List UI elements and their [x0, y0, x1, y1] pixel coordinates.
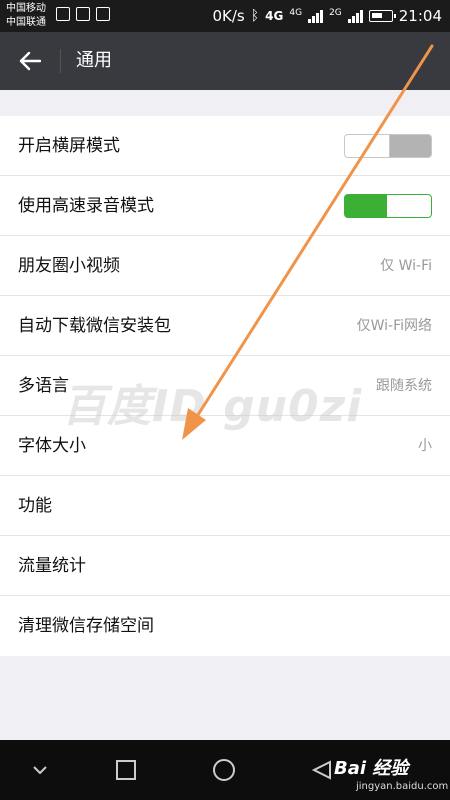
- setting-label: 朋友圈小视频: [18, 256, 120, 276]
- setting-clear-storage[interactable]: 清理微信存储空间: [0, 596, 450, 656]
- landscape-mode-toggle[interactable]: [344, 134, 432, 158]
- app-header: 通用: [0, 32, 450, 90]
- setting-value: 小: [418, 438, 432, 454]
- toggle-knob: [386, 195, 431, 217]
- setting-label: 功能: [18, 496, 52, 516]
- notification-icons: [56, 7, 110, 21]
- setting-value: 仅 Wi-Fi: [380, 258, 432, 274]
- app-notification-icon: [56, 7, 70, 21]
- fast-recording-toggle[interactable]: [344, 194, 432, 218]
- setting-label: 开启横屏模式: [18, 136, 120, 156]
- nav-back-icon[interactable]: [310, 758, 334, 782]
- setting-data-usage[interactable]: 流量统计: [0, 536, 450, 596]
- setting-label: 使用高速录音模式: [18, 196, 154, 216]
- network-4g-small: 4G: [289, 7, 303, 18]
- toggle-knob: [345, 135, 390, 157]
- status-right: 0K/s ᛒ 4G 4G 2G 21:04: [213, 0, 443, 32]
- image-notification-icon: [96, 7, 110, 21]
- bluetooth-icon: ᛒ: [250, 8, 260, 24]
- signal-icon-2: [347, 9, 363, 23]
- recent-apps-icon[interactable]: [114, 758, 138, 782]
- header-divider: [60, 49, 61, 73]
- setting-label: 自动下载微信安装包: [18, 316, 171, 336]
- setting-moments-video[interactable]: 朋友圈小视频 仅 Wi-Fi: [0, 236, 450, 296]
- hide-nav-icon[interactable]: [28, 758, 52, 782]
- setting-features[interactable]: 功能: [0, 476, 450, 536]
- baidu-logo-url: jingyan.baidu.com: [356, 781, 449, 792]
- carrier-1: 中国移动: [6, 3, 46, 14]
- baidu-logo: Bai 经验: [334, 758, 409, 779]
- back-button[interactable]: [10, 41, 50, 81]
- net-speed: 0K/s: [212, 7, 245, 25]
- setting-value: 仅Wi-Fi网络: [356, 318, 432, 334]
- setting-label: 清理微信存储空间: [18, 616, 154, 636]
- home-icon[interactable]: [212, 758, 236, 782]
- clock: 21:04: [398, 7, 442, 25]
- setting-fast-recording[interactable]: 使用高速录音模式: [0, 176, 450, 236]
- carrier-2: 中国联通: [6, 17, 46, 28]
- page-title: 通用: [76, 50, 112, 71]
- car-notification-icon: [76, 7, 90, 21]
- setting-value: 跟随系统: [376, 378, 432, 394]
- setting-label: 流量统计: [18, 556, 86, 576]
- network-2g-small: 2G: [329, 7, 342, 18]
- battery-icon: [368, 10, 396, 22]
- setting-auto-download[interactable]: 自动下载微信安装包 仅Wi-Fi网络: [0, 296, 450, 356]
- status-bar: 中国移动 中国联通 0K/s ᛒ 4G 4G 2G 21:04: [0, 0, 450, 32]
- signal-icon: [308, 9, 324, 23]
- back-arrow-icon: [19, 51, 41, 71]
- carrier-labels: 中国移动 中国联通: [6, 2, 46, 30]
- setting-label: 字体大小: [18, 436, 86, 456]
- network-4g-label: 4G: [265, 9, 284, 23]
- setting-landscape-mode[interactable]: 开启横屏模式: [0, 116, 450, 176]
- watermark: 百度ID gu0zi: [62, 381, 363, 432]
